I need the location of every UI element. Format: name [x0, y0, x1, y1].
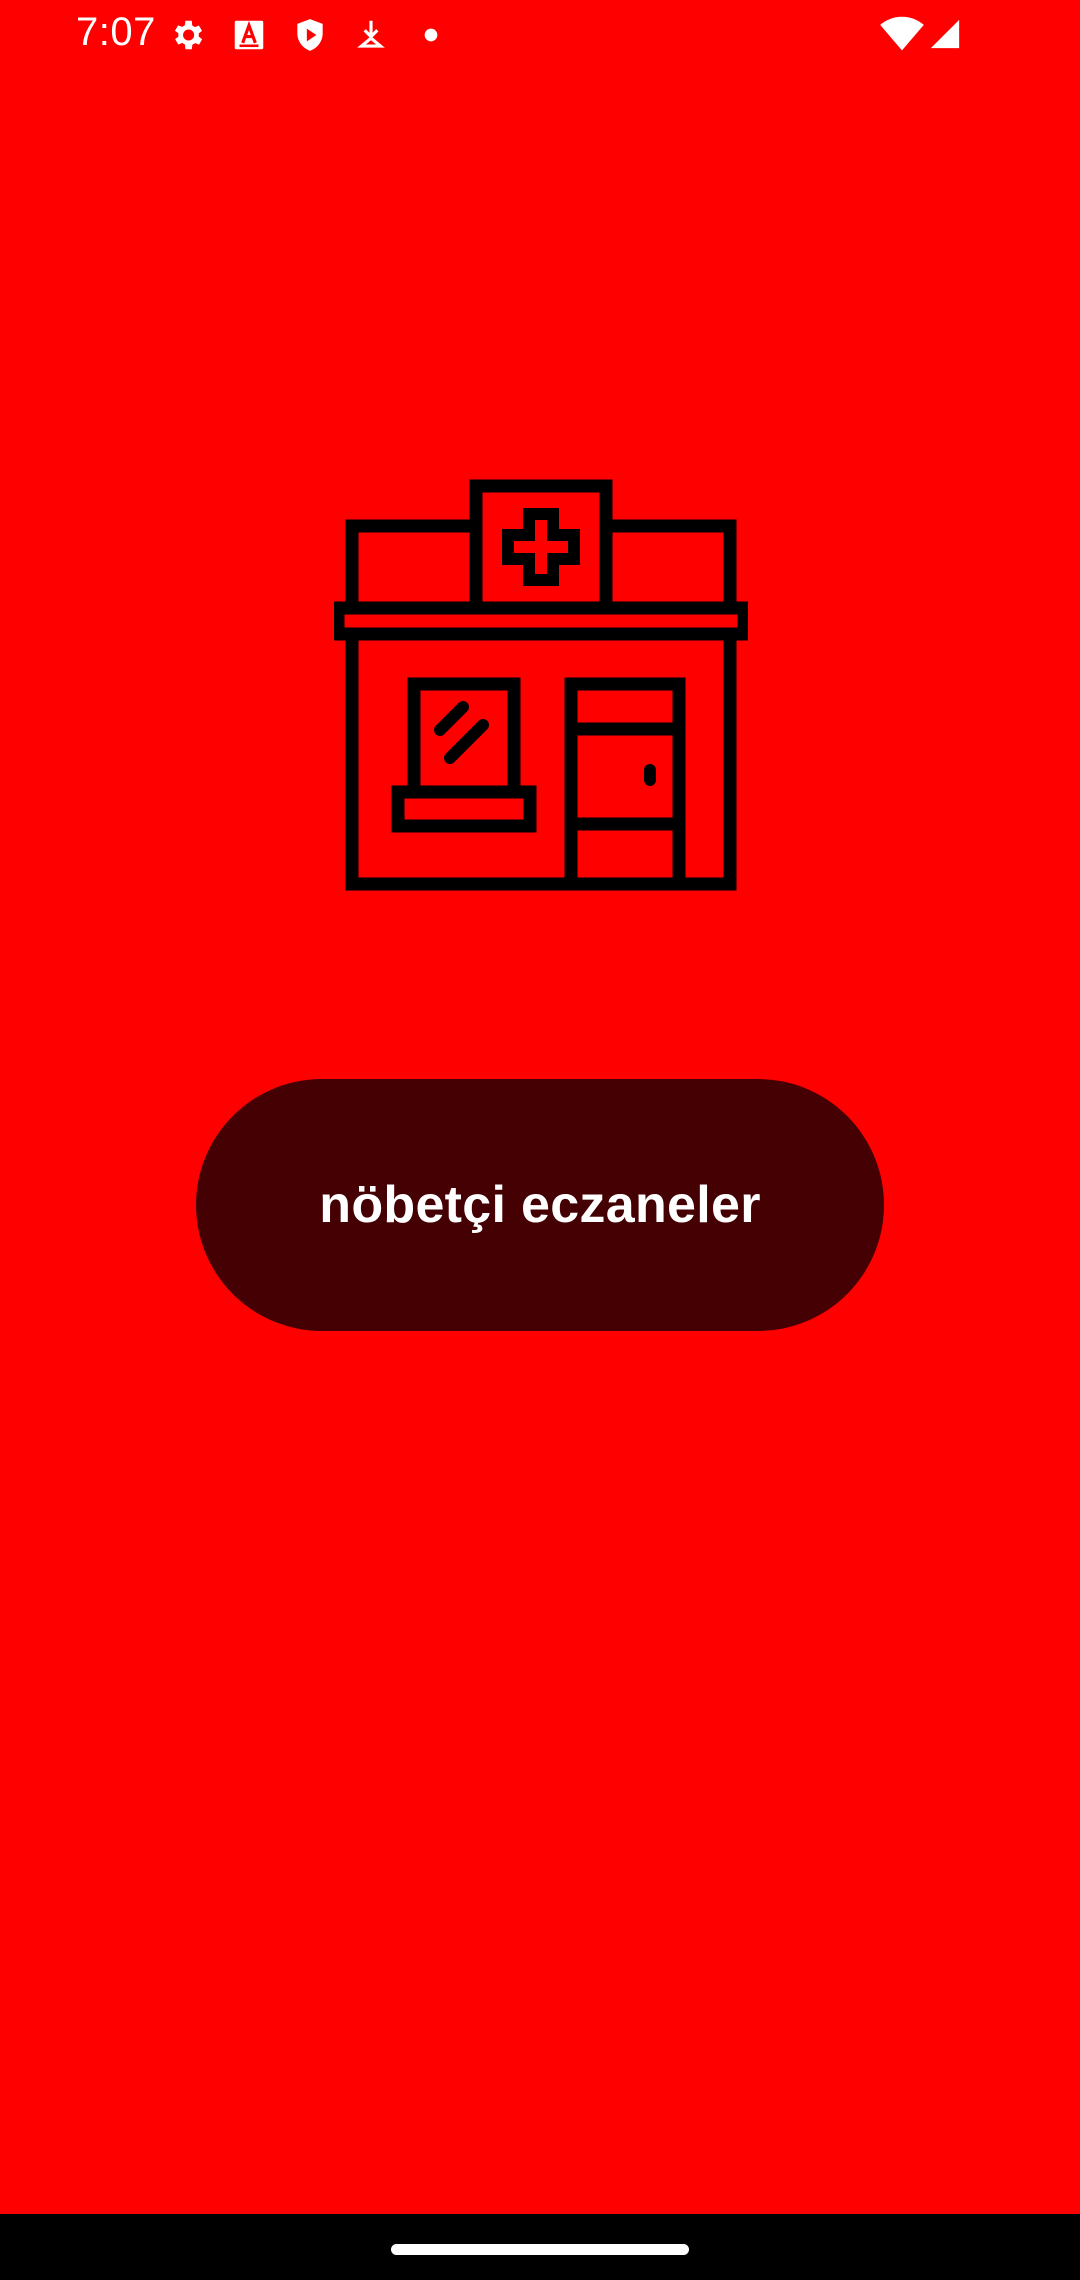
navigation-bar — [0, 2214, 1080, 2280]
dot-icon — [412, 16, 450, 54]
duty-pharmacies-button[interactable]: nöbetçi eczaneler — [196, 1079, 884, 1331]
shield-play-icon — [291, 16, 329, 54]
signal-icon — [928, 16, 962, 52]
home-gesture-handle[interactable] — [391, 2244, 689, 2255]
status-bar: 7:07 — [0, 0, 1080, 68]
pharmacy-building-icon — [334, 478, 748, 892]
font-icon — [230, 16, 268, 54]
status-time: 7:07 — [76, 10, 156, 54]
duty-pharmacies-button-label: nöbetçi eczaneler — [319, 1176, 761, 1234]
wifi-icon — [880, 14, 924, 54]
settings-icon — [168, 16, 206, 54]
download-icon — [352, 16, 390, 54]
app-screen: 7:07 nöbetçi eczaneler — [0, 0, 1080, 2280]
